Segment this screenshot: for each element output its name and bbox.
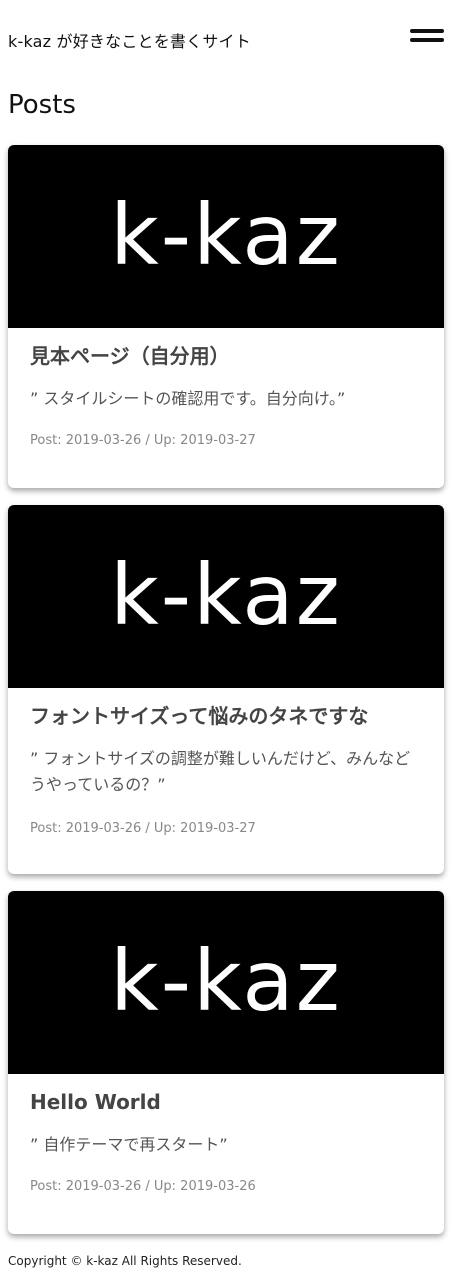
post-excerpt: ” フォントサイズの調整が難しいんだけど、みんなどうやっているの？” — [30, 749, 411, 794]
post-card-body: フォントサイズって悩みのタネですな ” フォントサイズの調整が難しいんだけど、み… — [8, 688, 444, 838]
post-card[interactable]: k-kaz フォントサイズって悩みのタネですな ” フォントサイズの調整が難しい… — [8, 505, 444, 874]
post-card-body: Hello World ” 自作テーマで再スタート” Post: 2019-03… — [8, 1074, 444, 1196]
thumbnail-logo-text: k-kaz — [110, 545, 342, 644]
post-card[interactable]: k-kaz Hello World ” 自作テーマで再スタート” Post: 2… — [8, 891, 444, 1234]
post-excerpt: ” スタイルシートの確認用です。自分向け。” — [30, 389, 346, 408]
hamburger-menu-icon[interactable] — [410, 29, 444, 45]
post-card-body: 見本ページ（自分用） ” スタイルシートの確認用です。自分向け。” Post: … — [8, 328, 444, 450]
menu-bar-top — [410, 29, 444, 33]
thumbnail-logo-text: k-kaz — [110, 185, 342, 284]
post-title[interactable]: Hello World — [30, 1088, 422, 1116]
post-title[interactable]: フォントサイズって悩みのタネですな — [30, 702, 422, 730]
post-thumbnail[interactable]: k-kaz — [8, 505, 444, 688]
footer-copyright: Copyright © k-kaz All Rights Reserved. — [8, 1254, 242, 1268]
post-title[interactable]: 見本ページ（自分用） — [30, 342, 422, 370]
post-meta: Post: 2019-03-26 / Up: 2019-03-27 — [30, 433, 256, 448]
post-thumbnail[interactable]: k-kaz — [8, 891, 444, 1074]
post-meta: Post: 2019-03-26 / Up: 2019-03-27 — [30, 821, 256, 836]
menu-bar-bottom — [410, 38, 444, 42]
site-title[interactable]: k-kaz が好きなことを書くサイト — [8, 28, 251, 52]
post-thumbnail[interactable]: k-kaz — [8, 145, 444, 328]
section-title: Posts — [8, 90, 76, 120]
post-card[interactable]: k-kaz 見本ページ（自分用） ” スタイルシートの確認用です。自分向け。” … — [8, 145, 444, 488]
post-excerpt: ” 自作テーマで再スタート” — [30, 1135, 228, 1154]
post-meta: Post: 2019-03-26 / Up: 2019-03-26 — [30, 1179, 256, 1194]
thumbnail-logo-text: k-kaz — [110, 931, 342, 1030]
site-header: k-kaz が好きなことを書くサイト — [0, 0, 452, 80]
